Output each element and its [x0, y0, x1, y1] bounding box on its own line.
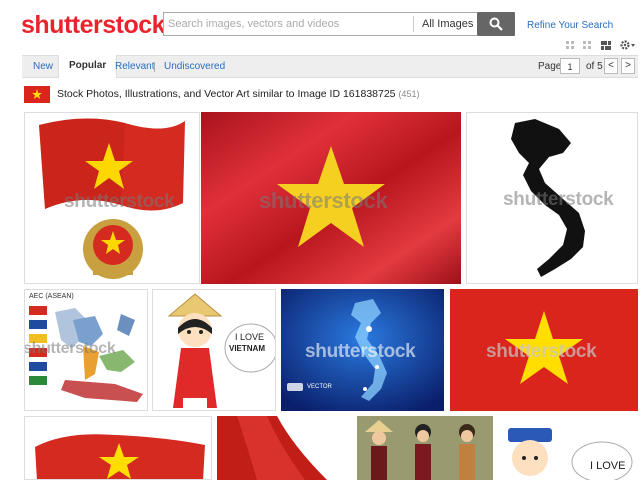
watermark-text: shutterstock — [503, 189, 614, 210]
vector-label: VECTOR — [307, 384, 332, 390]
love-text-line2: VIETNAM — [229, 344, 265, 353]
traditional-women-image — [357, 416, 493, 480]
image-tile-asean-map[interactable]: AEC (ASEAN) shutterstock — [24, 289, 148, 411]
search-scope-label: All Images — [422, 18, 474, 30]
watermark-text: shutterstock — [259, 188, 388, 213]
image-tile-i-love-vietnam-boy[interactable]: I LOVE — [498, 416, 638, 480]
image-tile-traditional-women[interactable] — [357, 416, 493, 480]
page-total: of 5 — [586, 61, 603, 72]
search-bar: All Images ▼ — [163, 12, 515, 36]
shutterstock-logo[interactable]: shutterstock — [21, 11, 166, 40]
tab-relevant[interactable]: Relevant — [115, 56, 154, 77]
page-label: Page — [538, 61, 562, 72]
mosaic-view-icon[interactable] — [601, 41, 611, 51]
search-button[interactable] — [477, 12, 515, 36]
search-input[interactable] — [168, 16, 408, 32]
brush-flag-image — [35, 434, 205, 479]
watermark-text: shutterstock — [64, 191, 175, 212]
prev-page-button[interactable]: < — [604, 58, 618, 74]
watermark-text: shutterstock — [24, 340, 116, 357]
image-tile-brush-flag[interactable] — [24, 416, 212, 480]
image-tile-vietnam-map[interactable]: shutterstock — [466, 112, 638, 284]
love-text-line1: I LOVE — [590, 460, 626, 472]
result-count: (451) — [398, 89, 420, 99]
gear-icon[interactable] — [620, 39, 636, 50]
refine-search-link[interactable]: Refine Your Search — [527, 20, 613, 31]
vietnam-flag-thumbnail[interactable] — [24, 86, 50, 103]
sort-tab-bar: New Popular Relevant Undiscovered Page 1… — [22, 55, 638, 78]
image-tile-flat-flag[interactable]: shutterstock — [450, 289, 638, 411]
search-icon — [489, 17, 503, 31]
tab-new[interactable]: New — [33, 56, 53, 77]
watermark-text: shutterstock — [305, 341, 416, 362]
image-tile-i-love-vietnam-girl[interactable]: I LOVE VIETNAM — [152, 289, 276, 411]
next-page-button[interactable]: > — [621, 58, 635, 74]
small-grid-icon[interactable] — [566, 41, 574, 51]
image-tile-glowing-map[interactable]: VECTOR shutterstock — [281, 289, 444, 411]
headline-text: Stock Photos, Illustrations, and Vector … — [57, 88, 396, 100]
tab-divider — [154, 62, 155, 72]
tab-undiscovered[interactable]: Undiscovered — [164, 56, 225, 77]
search-divider — [413, 16, 414, 32]
page-number-input[interactable]: 1 — [560, 58, 580, 74]
image-tile-waving-flag-emblem[interactable]: shutterstock — [24, 112, 200, 284]
tab-popular[interactable]: Popular — [58, 55, 118, 78]
image-tile-draped-flag[interactable] — [217, 416, 352, 480]
asean-title: AEC (ASEAN) — [29, 293, 74, 300]
medium-grid-icon[interactable] — [583, 41, 591, 51]
image-tile-silk-flag[interactable]: shutterstock — [201, 112, 461, 284]
results-headline: Stock Photos, Illustrations, and Vector … — [57, 88, 419, 100]
draped-flag-image — [217, 416, 352, 480]
love-text-line1: I LOVE — [235, 332, 265, 342]
watermark-text: shutterstock — [486, 341, 597, 362]
search-scope-select[interactable]: All Images ▼ — [422, 18, 483, 30]
